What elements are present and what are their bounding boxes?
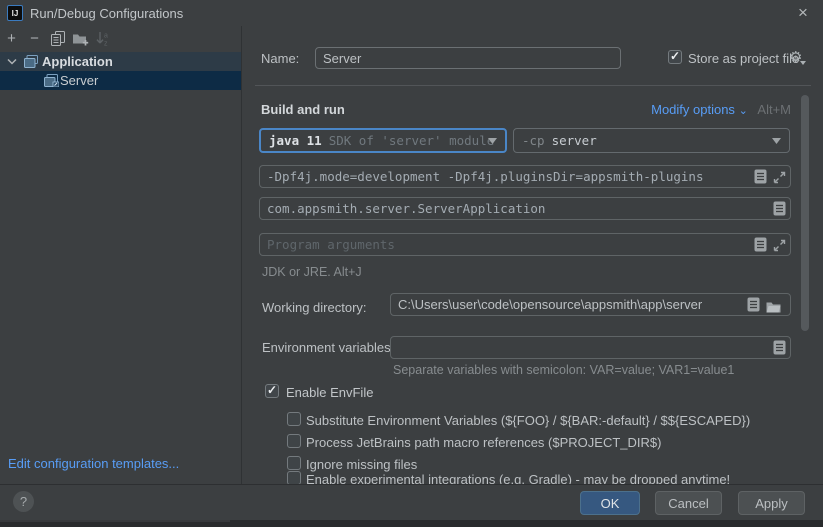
- classpath-module-combobox[interactable]: -cp server: [513, 128, 790, 153]
- ignore-missing-files-checkbox[interactable]: [287, 456, 301, 470]
- expand-list-icon[interactable]: [772, 339, 787, 356]
- substitute-env-vars-checkbox[interactable]: [287, 412, 301, 426]
- working-directory-input[interactable]: [390, 293, 791, 316]
- experimental-integrations-checkbox[interactable]: [287, 471, 301, 485]
- modify-options-link[interactable]: Modify options: [651, 102, 735, 117]
- section-separator: [255, 85, 811, 86]
- checkmark-icon: ✓: [670, 49, 680, 63]
- run-configuration-icon: [44, 74, 59, 87]
- working-directory-label: Working directory:: [262, 300, 367, 315]
- copy-configuration-icon[interactable]: [46, 29, 69, 47]
- name-input[interactable]: [315, 47, 621, 69]
- new-folder-icon[interactable]: [69, 29, 92, 47]
- tree-group-label: Application: [42, 54, 113, 69]
- store-as-project-file-label: Store as project file: [688, 51, 799, 66]
- jre-combobox[interactable]: java 11 SDK of 'server' module: [259, 128, 507, 153]
- tree-group-application[interactable]: Application: [0, 52, 241, 71]
- cp-value: server: [552, 133, 597, 148]
- sort-configurations-icon: a z: [92, 29, 115, 47]
- vertical-scrollbar[interactable]: [801, 95, 809, 331]
- main-class-input[interactable]: [259, 197, 791, 220]
- add-configuration-button[interactable]: +: [0, 29, 23, 47]
- close-icon[interactable]: ×: [790, 1, 816, 25]
- background-ide-strip: [0, 520, 823, 527]
- dropdown-arrow-icon: [488, 138, 497, 144]
- expand-field-icon[interactable]: [772, 169, 787, 186]
- dialog-footer: ? OK Cancel Apply: [0, 484, 823, 520]
- dialog-titlebar: IJ Run/Debug Configurations ×: [0, 0, 823, 26]
- vm-options-input[interactable]: [259, 165, 791, 188]
- expand-list-icon[interactable]: [772, 200, 787, 217]
- name-label: Name:: [261, 51, 299, 66]
- tree-item-server[interactable]: Server: [0, 71, 241, 90]
- ignore-missing-files-label: Ignore missing files: [306, 457, 417, 472]
- expand-list-icon[interactable]: [746, 296, 761, 313]
- process-path-macro-label: Process JetBrains path macro references …: [306, 435, 661, 450]
- substitute-env-vars-label: Substitute Environment Variables (${FOO}…: [306, 413, 750, 428]
- jre-value: java 11: [269, 133, 322, 148]
- checkmark-icon: ✓: [267, 383, 277, 397]
- expand-list-icon[interactable]: [753, 168, 768, 185]
- help-button[interactable]: ?: [13, 491, 34, 512]
- modify-options-chevron-icon[interactable]: ⌄: [739, 105, 748, 117]
- expand-field-icon[interactable]: [772, 237, 787, 254]
- chevron-down-icon[interactable]: [7, 58, 17, 65]
- dialog-title: Run/Debug Configurations: [30, 6, 183, 21]
- modify-options-shortcut: Alt+M: [757, 102, 791, 117]
- gear-dropdown-arrow-icon: [800, 61, 806, 65]
- run-debug-configurations-dialog: IJ Run/Debug Configurations × + − a z: [0, 0, 823, 527]
- apply-button[interactable]: Apply: [738, 491, 805, 515]
- dropdown-arrow-icon: [772, 138, 781, 144]
- jre-hint-text: JDK or JRE. Alt+J: [262, 265, 362, 279]
- build-and-run-title: Build and run: [261, 102, 345, 117]
- environment-variables-input[interactable]: [390, 336, 791, 359]
- panel-divider: [241, 26, 242, 484]
- tree-item-label: Server: [60, 73, 98, 88]
- expand-list-icon[interactable]: [753, 236, 768, 253]
- jre-detail: SDK of 'server' module: [329, 133, 495, 148]
- environment-variables-label: Environment variables:: [262, 340, 394, 355]
- program-arguments-input[interactable]: [259, 233, 791, 256]
- svg-text:z: z: [104, 40, 108, 46]
- enable-envfile-checkbox[interactable]: ✓: [265, 384, 279, 398]
- process-path-macro-checkbox[interactable]: [287, 434, 301, 448]
- browse-folder-icon[interactable]: [766, 298, 781, 315]
- ok-button[interactable]: OK: [580, 491, 640, 515]
- remove-configuration-button[interactable]: −: [23, 29, 46, 47]
- cp-prefix: -cp: [522, 133, 545, 148]
- configurations-toolbar: + − a z: [0, 28, 241, 48]
- svg-text:a: a: [104, 32, 108, 39]
- enable-envfile-label: Enable EnvFile: [286, 385, 373, 400]
- intellij-logo-icon: IJ: [7, 5, 23, 21]
- edit-configuration-templates-link[interactable]: Edit configuration templates...: [8, 456, 179, 471]
- gear-icon[interactable]: ⚙: [789, 50, 802, 65]
- cancel-button[interactable]: Cancel: [655, 491, 722, 515]
- store-as-project-file-checkbox[interactable]: ✓: [668, 50, 682, 64]
- environment-variables-hint: Separate variables with semicolon: VAR=v…: [393, 363, 734, 377]
- application-type-icon: [24, 55, 38, 68]
